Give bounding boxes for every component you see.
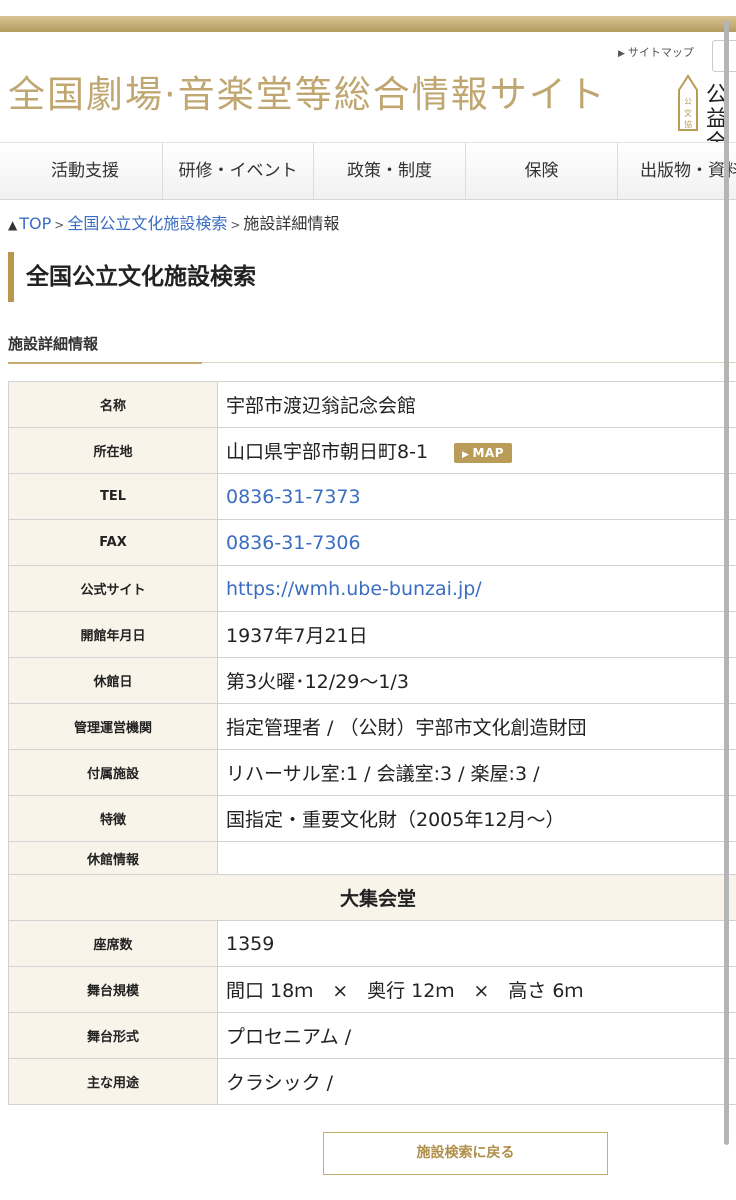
- website-link[interactable]: https://wmh.ube-bunzai.jp/: [226, 578, 482, 600]
- section-title: 施設詳細情報: [8, 335, 99, 353]
- sitemap-link[interactable]: ▶ サイトマップ: [618, 44, 694, 60]
- breadcrumb-separator: >: [54, 218, 65, 232]
- svg-text:協: 協: [684, 119, 692, 129]
- row-label-seats: 座席数: [8, 920, 218, 967]
- row-label-address: 所在地: [8, 427, 218, 474]
- row-label-tel: TEL: [8, 473, 218, 520]
- facility-address: 山口県宇部市朝日町8-1: [226, 441, 429, 463]
- page-title: 全国公立文化施設検索: [8, 252, 256, 302]
- facility-address-cell: 山口県宇部市朝日町8-1 ▶ MAP: [217, 427, 736, 474]
- facility-operator: 指定管理者 / （公財）宇部市文化創造財団: [217, 703, 736, 750]
- hall-seats: 1359: [217, 920, 736, 967]
- scrollbar[interactable]: [724, 20, 729, 1145]
- row-label-features: 特徴: [8, 795, 218, 842]
- hall-name: 大集会堂: [8, 874, 736, 921]
- row-label-stage-size: 舞台規模: [8, 966, 218, 1013]
- table-row: TEL 0836-31-7373: [8, 473, 736, 520]
- table-row: 座席数 1359: [8, 920, 736, 967]
- table-row: 舞台形式 プロセニアム /: [8, 1012, 736, 1059]
- facility-name: 宇部市渡辺翁記念会館: [217, 381, 736, 428]
- hall-usage: クラシック /: [217, 1058, 736, 1105]
- facility-attached: リハーサル室:1 / 会議室:3 / 楽屋:3 /: [217, 749, 736, 796]
- row-label-operator: 管理運営機関: [8, 703, 218, 750]
- row-label-opened: 開館年月日: [8, 611, 218, 658]
- map-button[interactable]: ▶ MAP: [454, 442, 512, 463]
- table-row: 所在地 山口県宇部市朝日町8-1 ▶ MAP: [8, 427, 736, 474]
- breadcrumb-top[interactable]: TOP: [19, 214, 51, 233]
- row-label-stage-type: 舞台形式: [8, 1012, 218, 1059]
- row-label-name: 名称: [8, 381, 218, 428]
- row-label-attached: 付属施設: [8, 749, 218, 796]
- row-label-website: 公式サイト: [8, 565, 218, 612]
- top-gold-stripe: [0, 16, 736, 32]
- table-row: 公式サイト https://wmh.ube-bunzai.jp/: [8, 565, 736, 612]
- table-row: 名称 宇部市渡辺翁記念会館: [8, 381, 736, 428]
- section-divider-accent: [8, 362, 202, 364]
- nav-item-policy[interactable]: 政策・制度: [314, 143, 466, 199]
- table-row: 大集会堂: [8, 874, 736, 921]
- facility-closed-days: 第3火曜･12/29〜1/3: [217, 657, 736, 704]
- breadcrumb-search[interactable]: 全国公立文化施設検索: [67, 214, 227, 233]
- home-icon: ▲: [8, 218, 18, 232]
- site-title[interactable]: 全国劇場·音楽堂等総合情報サイト: [8, 64, 607, 118]
- triangle-right-icon: ▶: [462, 449, 470, 460]
- row-label-fax: FAX: [8, 519, 218, 566]
- nav-item-insurance[interactable]: 保険: [466, 143, 618, 199]
- table-row: FAX 0836-31-7306: [8, 519, 736, 566]
- page: ▶サイトマップ 全国劇場·音楽堂等総合情報サイト 公 文 協 公益全国 活動支援…: [0, 0, 736, 1200]
- table-row: 付属施設 リハーサル室:1 / 会議室:3 / 楽屋:3 /: [8, 749, 736, 796]
- facility-closure-info: [217, 841, 736, 875]
- facility-features: 国指定・重要文化財（2005年12月〜）: [217, 795, 736, 842]
- facility-tel-cell: 0836-31-7373: [217, 473, 736, 520]
- row-label-closure-info: 休館情報: [8, 841, 218, 875]
- facility-fax-cell: 0836-31-7306: [217, 519, 736, 566]
- table-row: 主な用途 クラシック /: [8, 1058, 736, 1105]
- nav-item-training-events[interactable]: 研修・イベント: [163, 143, 314, 199]
- nav-item-publications[interactable]: 出版物・資料: [618, 143, 736, 199]
- triangle-right-icon: ▶: [618, 49, 625, 59]
- nav-item-activity-support[interactable]: 活動支援: [8, 143, 163, 199]
- tel-link[interactable]: 0836-31-7373: [226, 486, 361, 508]
- table-row: 開館年月日 1937年7月21日: [8, 611, 736, 658]
- row-label-closed-days: 休館日: [8, 657, 218, 704]
- breadcrumb-separator: >: [230, 218, 241, 232]
- fax-link[interactable]: 0836-31-7306: [226, 532, 361, 554]
- hall-stage-type: プロセニアム /: [217, 1012, 736, 1059]
- table-row: 特徴 国指定・重要文化財（2005年12月〜）: [8, 795, 736, 842]
- hall-stage-size: 間口 18ｍ × 奥行 12ｍ × 高さ 6ｍ: [217, 966, 736, 1013]
- svg-text:文: 文: [684, 108, 692, 118]
- back-to-search-button[interactable]: 施設検索に戻る: [323, 1132, 608, 1175]
- breadcrumb: ▲ TOP > 全国公立文化施設検索 > 施設詳細情報: [8, 210, 339, 234]
- table-row: 舞台規模 間口 18ｍ × 奥行 12ｍ × 高さ 6ｍ: [8, 966, 736, 1013]
- table-row: 休館情報: [8, 841, 736, 875]
- facility-website-cell: https://wmh.ube-bunzai.jp/: [217, 565, 736, 612]
- svg-text:公: 公: [684, 97, 692, 106]
- table-row: 休館日 第3火曜･12/29〜1/3: [8, 657, 736, 704]
- row-label-usage: 主な用途: [8, 1058, 218, 1105]
- table-row: 管理運営機関 指定管理者 / （公財）宇部市文化創造財団: [8, 703, 736, 750]
- top-bar: [0, 0, 736, 34]
- breadcrumb-current: 施設詳細情報: [243, 214, 340, 233]
- facility-opened: 1937年7月21日: [217, 611, 736, 658]
- association-logo-icon: 公 文 協: [678, 74, 698, 131]
- main-nav: 活動支援 研修・イベント 政策・制度 保険 出版物・資料: [0, 142, 736, 200]
- facility-detail-table: 名称 宇部市渡辺翁記念会館 所在地 山口県宇部市朝日町8-1 ▶ MAP TEL 0…: [8, 381, 736, 1105]
